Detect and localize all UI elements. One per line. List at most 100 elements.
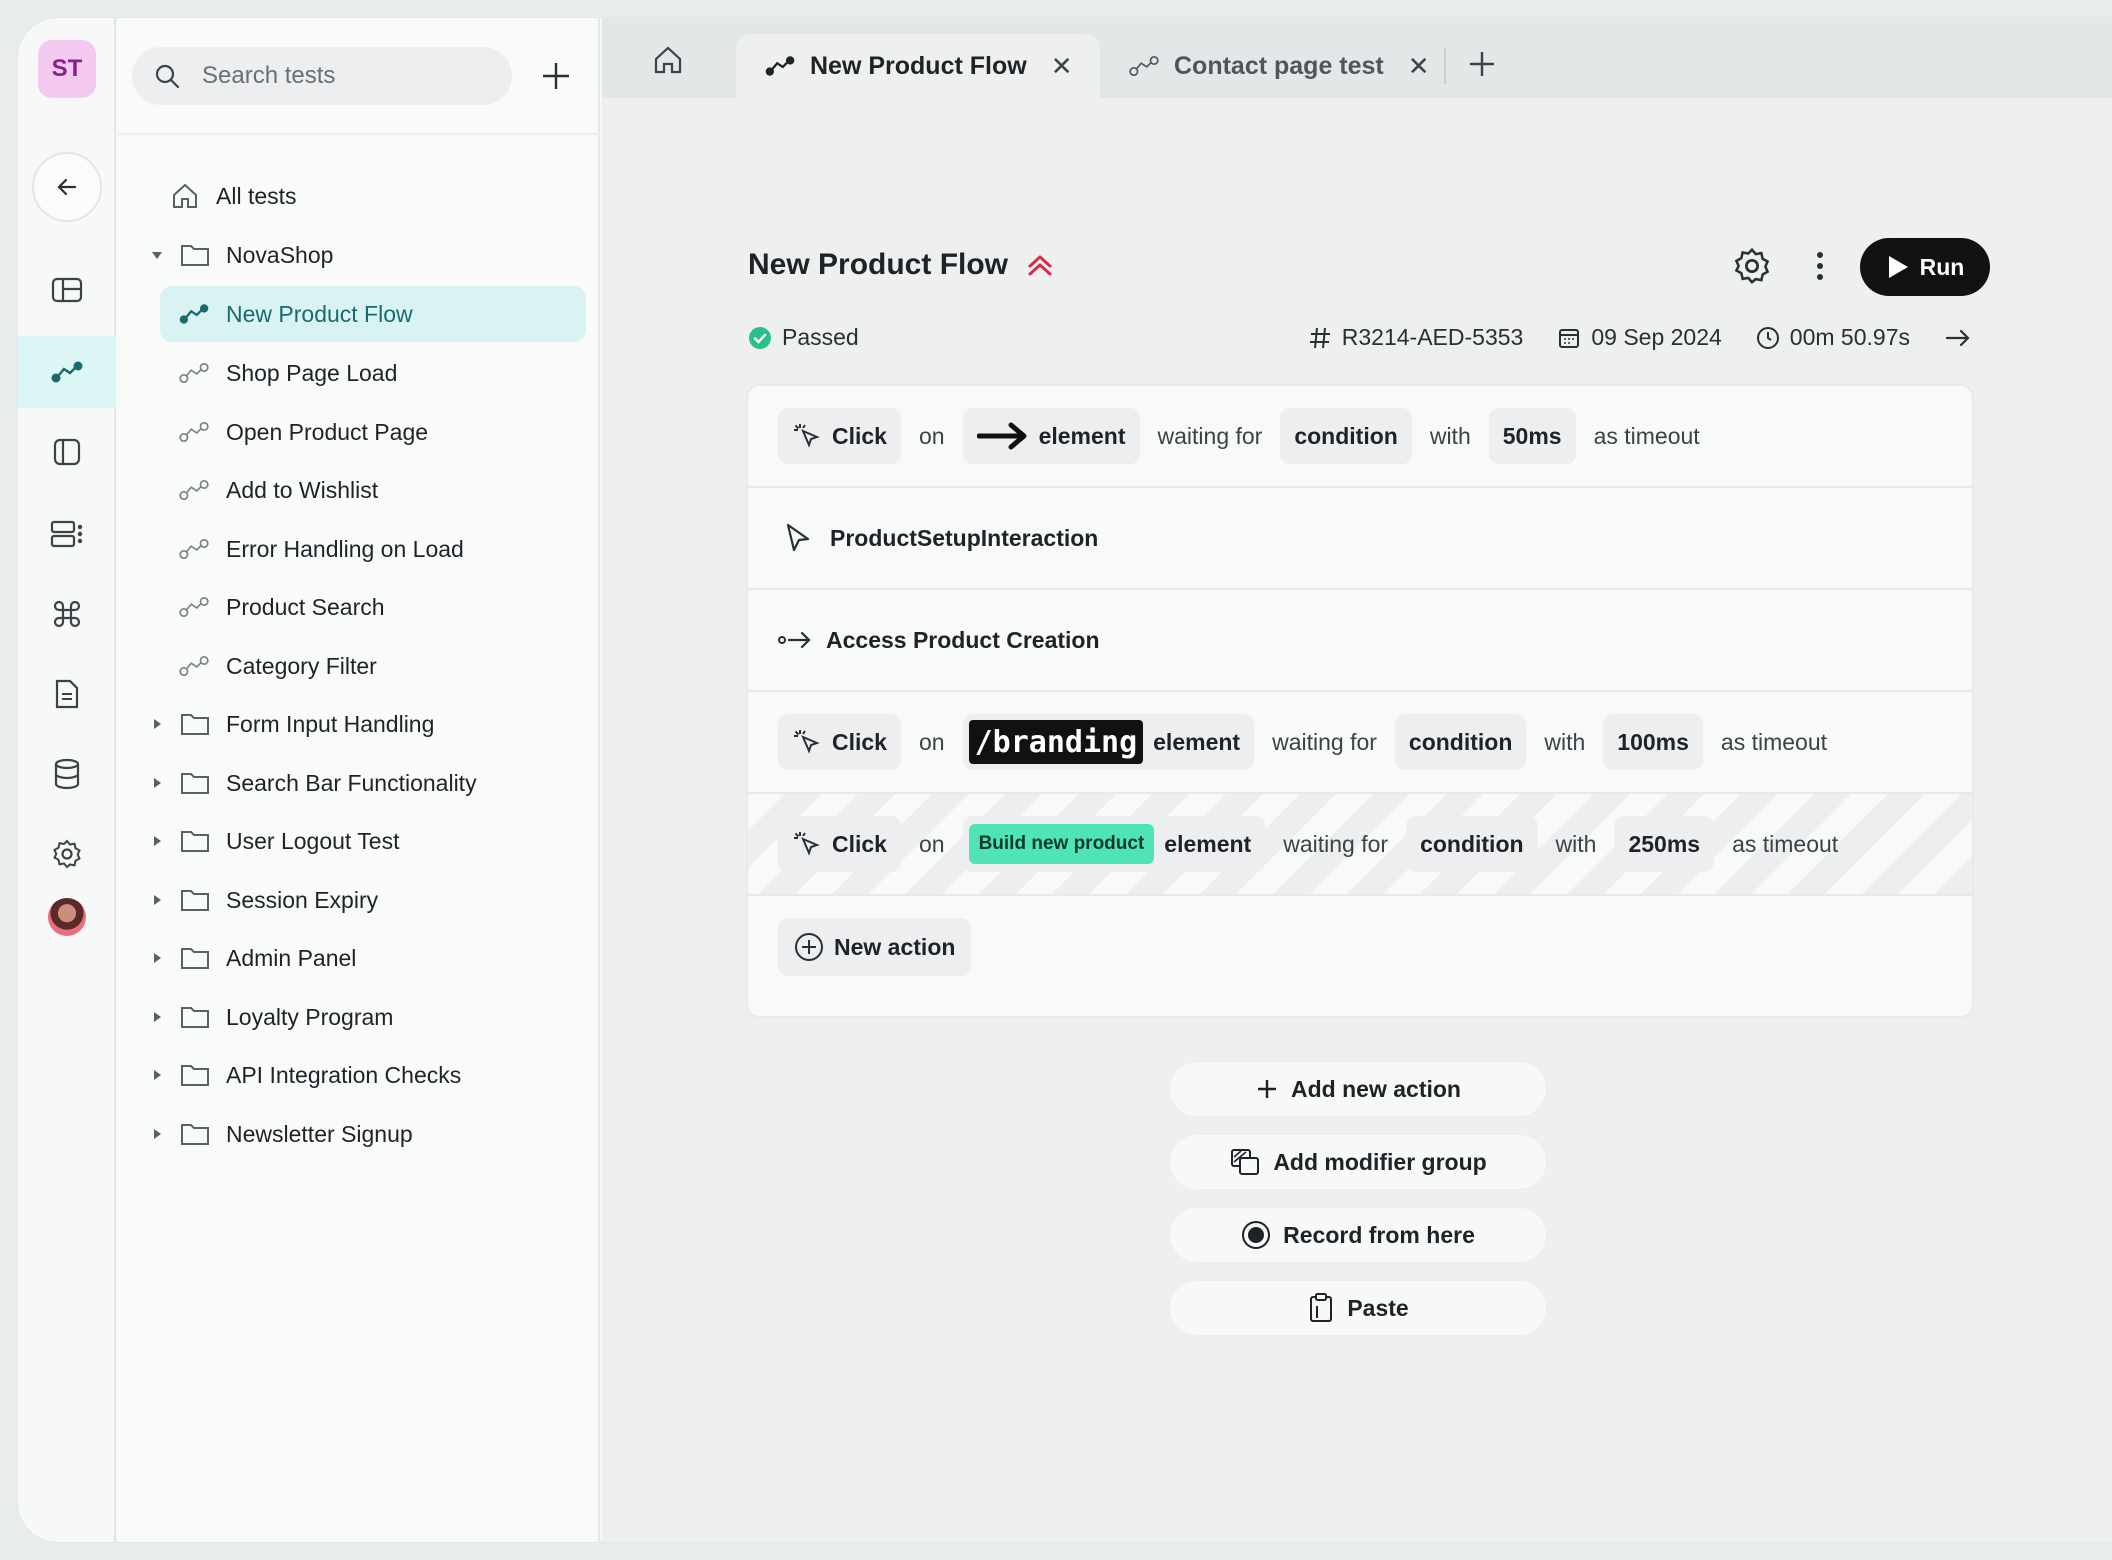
flow-outline-icon <box>179 421 209 443</box>
page-title: New Product Flow <box>748 248 1054 282</box>
tree-folder[interactable]: API Integration Checks <box>150 1047 461 1103</box>
tree-folder[interactable]: Admin Panel <box>150 930 356 986</box>
tree-item-label: Newsletter Signup <box>226 1120 413 1147</box>
chevron-right-icon[interactable] <box>150 1068 164 1082</box>
book-nav-item[interactable] <box>18 416 116 488</box>
test-id[interactable]: R3214-AED-5353 <box>1308 324 1523 351</box>
arrow-right-icon[interactable] <box>1944 326 1972 350</box>
step-text: waiting for <box>1157 422 1263 449</box>
add-new-action-button[interactable]: Add new action <box>1168 1060 1548 1118</box>
folder-icon <box>181 831 209 852</box>
timeout-chip[interactable]: 100ms <box>1603 714 1703 770</box>
docs-nav-item[interactable] <box>18 658 116 730</box>
tree-folder[interactable]: Session Expiry <box>150 872 378 928</box>
chevron-right-icon[interactable] <box>150 834 164 848</box>
tree-test-item[interactable]: Category Filter <box>178 638 377 694</box>
search-input[interactable] <box>202 62 482 90</box>
tree-test-item[interactable]: Shop Page Load <box>178 345 397 401</box>
step-row[interactable]: Click on element waiting for condition w… <box>748 386 1972 488</box>
tree-item-all-tests[interactable]: All tests <box>170 168 297 224</box>
tab-contact-page-test[interactable]: Contact page test ✕ <box>1100 34 1458 98</box>
element-chip[interactable]: Build new product element <box>962 816 1266 872</box>
play-icon <box>1888 256 1908 278</box>
element-chip[interactable]: element <box>962 408 1140 464</box>
search-box <box>132 47 512 105</box>
condition-chip[interactable]: condition <box>1280 408 1412 464</box>
new-tab-button[interactable] <box>1466 48 1498 80</box>
chevron-right-icon[interactable] <box>150 717 164 731</box>
element-chip[interactable]: /branding element <box>962 714 1255 770</box>
tab-bar: New Product Flow ✕ Contact page test ✕ <box>602 18 2112 98</box>
settings-nav-item[interactable] <box>18 818 116 890</box>
record-from-here-button[interactable]: Record from here <box>1168 1206 1548 1264</box>
timeout-chip[interactable]: 50ms <box>1488 408 1576 464</box>
timeout-chip[interactable]: 250ms <box>1614 816 1715 872</box>
tree-test-item[interactable]: Product Search <box>178 579 385 635</box>
tree-folder[interactable]: User Logout Test <box>150 813 399 869</box>
test-duration: 00m 50.97s <box>1756 324 1910 351</box>
tree-test-item[interactable]: Open Product Page <box>178 404 428 460</box>
paste-button[interactable]: Paste <box>1168 1279 1548 1337</box>
command-nav-item[interactable] <box>18 578 116 650</box>
timeout-value: 50ms <box>1502 422 1562 449</box>
chevron-right-icon[interactable] <box>150 893 164 907</box>
tree-folder-novashop[interactable]: NovaShop <box>150 227 333 283</box>
more-options-button[interactable] <box>1800 246 1840 286</box>
tree-item-label: Error Handling on Load <box>226 535 464 562</box>
step-text: as timeout <box>1732 830 1839 857</box>
tree-folder[interactable]: Form Input Handling <box>150 696 434 752</box>
tab-new-product-flow[interactable]: New Product Flow ✕ <box>736 34 1101 98</box>
run-button[interactable]: Run <box>1860 238 1990 296</box>
step-row-disabled[interactable]: Click on Build new product element waiti… <box>748 794 1972 896</box>
command-icon <box>53 600 81 628</box>
chevron-right-icon[interactable] <box>150 1010 164 1024</box>
tree-test-new-product-flow[interactable]: New Product Flow <box>160 286 586 342</box>
layout-nav-item[interactable] <box>18 254 116 326</box>
close-tab-button[interactable]: ✕ <box>1408 51 1430 82</box>
chevron-right-icon[interactable] <box>150 951 164 965</box>
tree-item-label: NovaShop <box>226 241 334 268</box>
check-circle-icon <box>749 326 771 349</box>
condition-chip[interactable]: condition <box>1406 816 1538 872</box>
tree-test-item[interactable]: Add to Wishlist <box>178 462 378 518</box>
flow-icon <box>51 361 83 383</box>
add-modifier-group-button[interactable]: Add modifier group <box>1168 1133 1548 1191</box>
tab-label: New Product Flow <box>810 51 1027 80</box>
user-avatar[interactable] <box>48 898 86 936</box>
step-row[interactable]: Access Product Creation <box>748 590 1972 692</box>
test-date-text: 09 Sep 2024 <box>1591 324 1722 350</box>
dashboard-nav-item[interactable] <box>18 498 116 570</box>
chevron-right-icon[interactable] <box>150 1127 164 1141</box>
clock-icon <box>1756 326 1779 349</box>
tree-folder[interactable]: Loyalty Program <box>150 989 393 1045</box>
tests-nav-item[interactable] <box>18 336 116 408</box>
folder-icon <box>181 714 209 735</box>
chevron-right-icon[interactable] <box>150 776 164 790</box>
action-chip[interactable]: Click <box>778 816 901 872</box>
close-tab-button[interactable]: ✕ <box>1051 51 1073 82</box>
modifier-group-icon <box>1231 1149 1260 1175</box>
chevron-down-icon[interactable] <box>150 248 164 262</box>
new-action-button[interactable]: New action <box>778 918 972 976</box>
condition-chip[interactable]: condition <box>1394 714 1527 770</box>
step-row[interactable]: ProductSetupInteraction <box>748 488 1972 590</box>
add-test-button[interactable] <box>538 58 574 94</box>
test-settings-button[interactable] <box>1732 246 1772 286</box>
main-content: New Product Flow ✕ Contact page test ✕ N… <box>602 18 2112 1542</box>
action-chip[interactable]: Click <box>778 714 901 770</box>
home-tab-icon[interactable] <box>652 44 684 76</box>
action-label: Click <box>832 728 887 755</box>
back-button[interactable] <box>32 152 102 222</box>
tree-test-item[interactable]: Error Handling on Load <box>178 521 464 577</box>
test-meta: R3214-AED-5353 09 Sep 2024 00m 50.97s <box>1308 324 1972 351</box>
element-label: element <box>1164 830 1252 857</box>
step-row[interactable]: Click on /branding element waiting for c… <box>748 692 1972 794</box>
step-text: waiting for <box>1283 830 1389 857</box>
tree-item-label: New Product Flow <box>226 300 413 327</box>
tree-item-label: All tests <box>216 182 297 209</box>
workspace-avatar[interactable]: ST <box>38 40 96 98</box>
tree-folder[interactable]: Search Bar Functionality <box>150 755 477 811</box>
tree-folder[interactable]: Newsletter Signup <box>150 1106 413 1162</box>
database-nav-item[interactable] <box>18 738 116 810</box>
action-chip[interactable]: Click <box>778 408 901 464</box>
